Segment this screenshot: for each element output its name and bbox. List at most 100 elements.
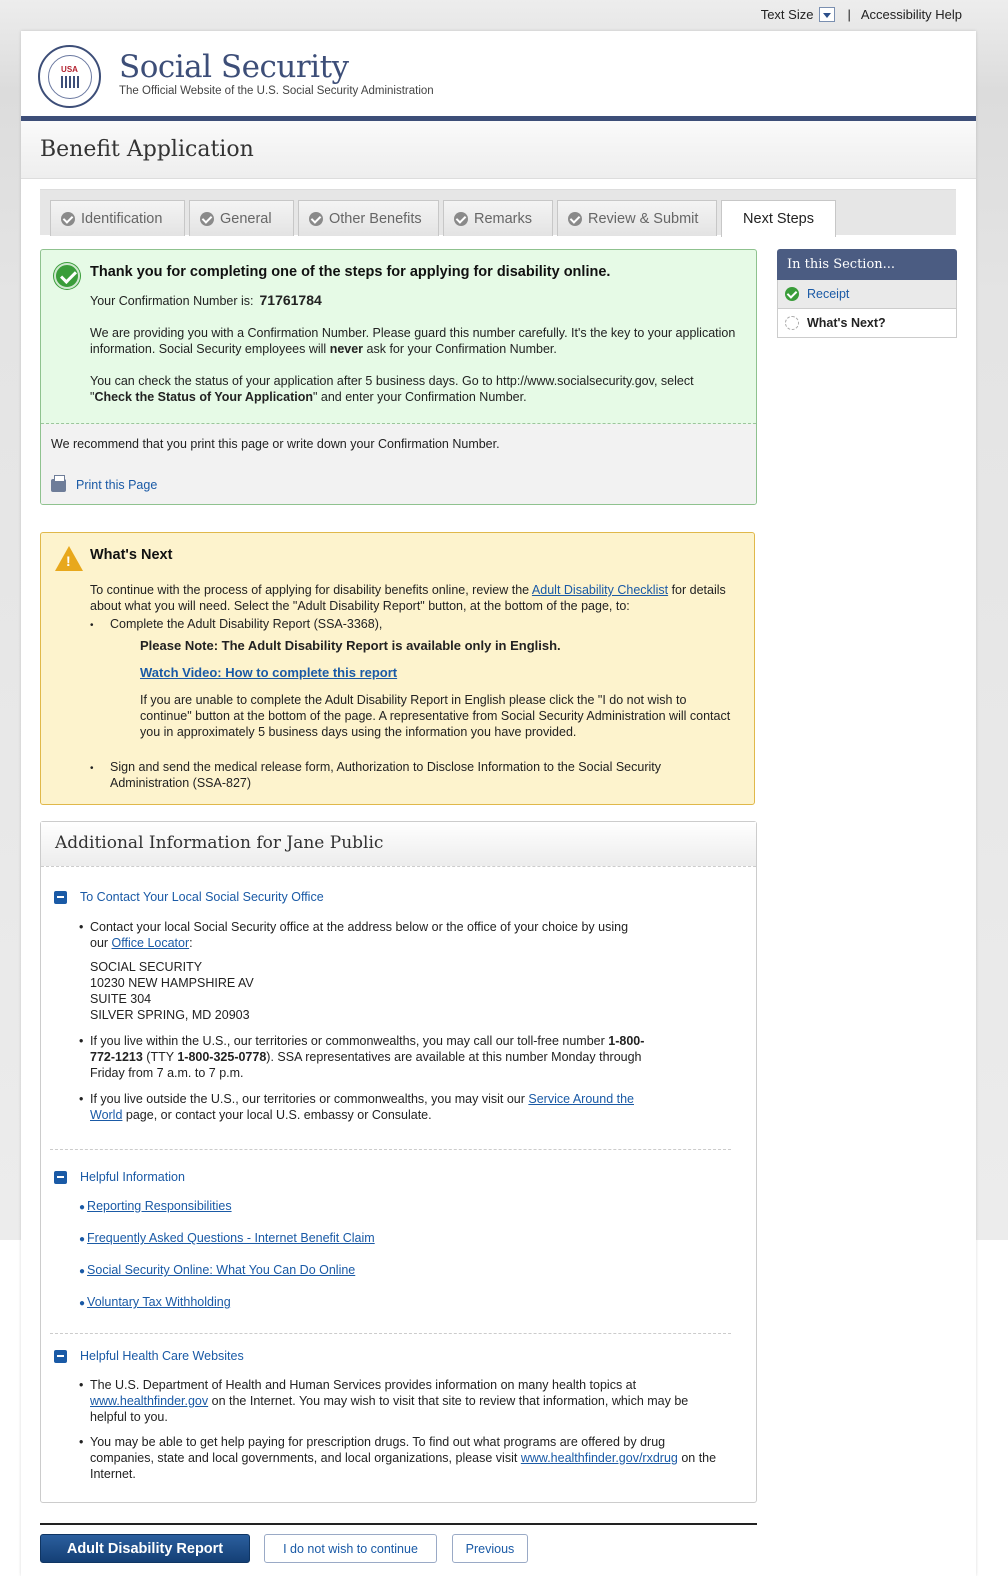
app-header: Benefit Application bbox=[21, 121, 976, 179]
page-container: USA Social Security The Official Website… bbox=[21, 31, 976, 1576]
tab-next-steps[interactable]: Next Steps bbox=[721, 200, 836, 237]
tax-withholding-link[interactable]: Voluntary Tax Withholding bbox=[87, 1295, 231, 1309]
watch-video-link[interactable]: Watch Video: How to complete this report bbox=[140, 665, 734, 681]
step-tabs: Identification General Other Benefits Re… bbox=[40, 189, 956, 237]
adult-disability-report-button[interactable]: Adult Disability Report bbox=[40, 1534, 250, 1563]
check-icon bbox=[200, 211, 214, 226]
collapse-icon[interactable] bbox=[54, 1170, 67, 1184]
tab-general[interactable]: General bbox=[189, 200, 294, 236]
success-check-icon bbox=[54, 263, 80, 289]
additional-info-title: Additional Information for Jane Public bbox=[41, 822, 756, 867]
office-locator-link[interactable]: Office Locator bbox=[112, 936, 190, 950]
tab-other-benefits[interactable]: Other Benefits bbox=[298, 200, 439, 236]
masthead: USA Social Security The Official Website… bbox=[21, 31, 976, 121]
confirmation-number: 71761784 bbox=[259, 292, 322, 308]
previous-button[interactable]: Previous bbox=[452, 1534, 528, 1563]
utility-separator: | bbox=[847, 7, 851, 22]
check-icon bbox=[785, 287, 799, 301]
tab-label: Other Benefits bbox=[329, 210, 422, 227]
tty-number: 1-800-325-0778 bbox=[177, 1050, 267, 1064]
list-item: You may be able to get help paying for p… bbox=[79, 1434, 726, 1482]
list-item: ● Social Security Online: What You Can Do… bbox=[79, 1263, 356, 1277]
healthfinder-rxdrug-link[interactable]: www.healthfinder.gov/rxdrug bbox=[521, 1451, 678, 1465]
check-icon bbox=[61, 211, 75, 226]
confirmation-number-label: Your Confirmation Number is: bbox=[90, 294, 254, 308]
office-address: SOCIAL SECURITY 10230 NEW HAMPSHIRE AV S… bbox=[90, 960, 254, 1022]
check-icon bbox=[568, 211, 582, 226]
site-title[interactable]: Social Security bbox=[119, 49, 349, 85]
confirmation-title: Thank you for completing one of the step… bbox=[90, 264, 611, 280]
list-item: Sign and send the medical release form, … bbox=[90, 759, 734, 791]
contact-section-toggle[interactable]: To Contact Your Local Social Security Of… bbox=[41, 890, 756, 904]
sidebar-item-whats-next[interactable]: What's Next? bbox=[777, 309, 957, 338]
whats-next-panel: What's Next To continue with the process… bbox=[40, 532, 755, 805]
health-websites-heading[interactable]: Helpful Health Care Websites bbox=[80, 1349, 244, 1363]
seal-stripes bbox=[60, 76, 79, 88]
contact-heading[interactable]: To Contact Your Local Social Security Of… bbox=[80, 890, 324, 904]
sidebar-title: In this Section... bbox=[777, 249, 957, 280]
faq-link[interactable]: Frequently Asked Questions - Internet Be… bbox=[87, 1231, 375, 1245]
list-item: ● Reporting Responsibilities bbox=[79, 1199, 232, 1213]
helpful-info-toggle[interactable]: Helpful Information bbox=[41, 1170, 756, 1184]
warning-icon bbox=[55, 546, 83, 571]
check-icon bbox=[454, 211, 468, 226]
helpful-info-heading[interactable]: Helpful Information bbox=[80, 1170, 185, 1184]
additional-info-panel: Additional Information for Jane Public T… bbox=[40, 821, 757, 1503]
do-not-continue-button[interactable]: I do not wish to continue bbox=[264, 1534, 437, 1563]
list-item: ● Voluntary Tax Withholding bbox=[79, 1295, 231, 1309]
section-sidebar: In this Section... Receipt What's Next? bbox=[777, 249, 957, 338]
reporting-responsibilities-link[interactable]: Reporting Responsibilities bbox=[87, 1199, 232, 1213]
list-item: Contact your local Social Security offic… bbox=[79, 919, 646, 1023]
tab-label: Identification bbox=[81, 210, 163, 227]
pending-circle-icon bbox=[785, 316, 799, 330]
guard-number-text: We are providing you with a Confirmation… bbox=[90, 326, 736, 356]
sidebar-item-label: What's Next? bbox=[807, 316, 886, 330]
check-icon bbox=[309, 211, 323, 226]
health-websites-section: Helpful Health Care Websites The U.S. De… bbox=[41, 1349, 756, 1482]
confirmation-number-row: Your Confirmation Number is: 71761784 bbox=[90, 292, 736, 308]
check-status-text: You can check the status of your applica… bbox=[90, 374, 694, 404]
accessibility-help-link[interactable]: Accessibility Help bbox=[861, 7, 962, 22]
tab-label: Remarks bbox=[474, 210, 533, 227]
action-bar: Adult Disability Report I do not wish to… bbox=[40, 1523, 757, 1563]
list-item: ● Frequently Asked Questions - Internet B… bbox=[79, 1231, 375, 1245]
sidebar-item-receipt[interactable]: Receipt bbox=[777, 280, 957, 309]
seal-text: USA bbox=[61, 65, 78, 74]
english-only-note: Please Note: The Adult Disability Report… bbox=[140, 638, 561, 653]
utility-bar: Text Size | Accessibility Help bbox=[761, 7, 962, 22]
list-item: Complete the Adult Disability Report (SS… bbox=[90, 616, 734, 740]
text-size-dropdown-icon[interactable] bbox=[819, 7, 836, 22]
ssa-online-link[interactable]: Social Security Online: What You Can Do … bbox=[87, 1263, 355, 1277]
ssa-seal-logo[interactable]: USA bbox=[38, 45, 101, 108]
tab-identification[interactable]: Identification bbox=[50, 200, 185, 236]
whats-next-intro: To continue with the process of applying… bbox=[90, 583, 726, 613]
print-recommendation: We recommend that you print this page or… bbox=[51, 437, 500, 451]
adult-disability-checklist-link[interactable]: Adult Disability Checklist bbox=[532, 583, 668, 597]
contact-section: To Contact Your Local Social Security Of… bbox=[41, 890, 756, 1123]
printer-icon bbox=[51, 474, 66, 492]
whats-next-title: What's Next bbox=[90, 547, 173, 563]
text-size-label[interactable]: Text Size bbox=[761, 7, 814, 22]
section-divider bbox=[50, 1149, 731, 1150]
list-item: The U.S. Department of Health and Human … bbox=[79, 1377, 726, 1425]
tab-label: Review & Submit bbox=[588, 210, 699, 227]
section-divider bbox=[50, 1333, 731, 1334]
collapse-icon[interactable] bbox=[54, 1349, 67, 1363]
health-websites-toggle[interactable]: Helpful Health Care Websites bbox=[41, 1349, 756, 1363]
helpful-info-section: Helpful Information ● Reporting Responsib… bbox=[41, 1170, 756, 1327]
tab-label: Next Steps bbox=[743, 211, 814, 227]
list-item: If you live within the U.S., our territo… bbox=[79, 1033, 646, 1081]
sidebar-item-label: Receipt bbox=[807, 287, 850, 301]
tab-review-submit[interactable]: Review & Submit bbox=[557, 200, 717, 236]
print-page-label[interactable]: Print this Page bbox=[76, 478, 157, 492]
print-page-link[interactable]: Print this Page bbox=[51, 474, 746, 492]
next-steps-list: Complete the Adult Disability Report (SS… bbox=[90, 616, 734, 791]
confirmation-panel: Thank you for completing one of the step… bbox=[40, 249, 757, 505]
tab-remarks[interactable]: Remarks bbox=[443, 200, 553, 236]
healthfinder-link[interactable]: www.healthfinder.gov bbox=[90, 1394, 208, 1408]
collapse-icon[interactable] bbox=[54, 890, 67, 904]
tab-label: General bbox=[220, 210, 272, 227]
list-item: If you live outside the U.S., our territ… bbox=[79, 1091, 646, 1123]
site-subtitle: The Official Website of the U.S. Social … bbox=[119, 85, 434, 97]
unable-to-complete-text: If you are unable to complete the Adult … bbox=[140, 693, 731, 739]
